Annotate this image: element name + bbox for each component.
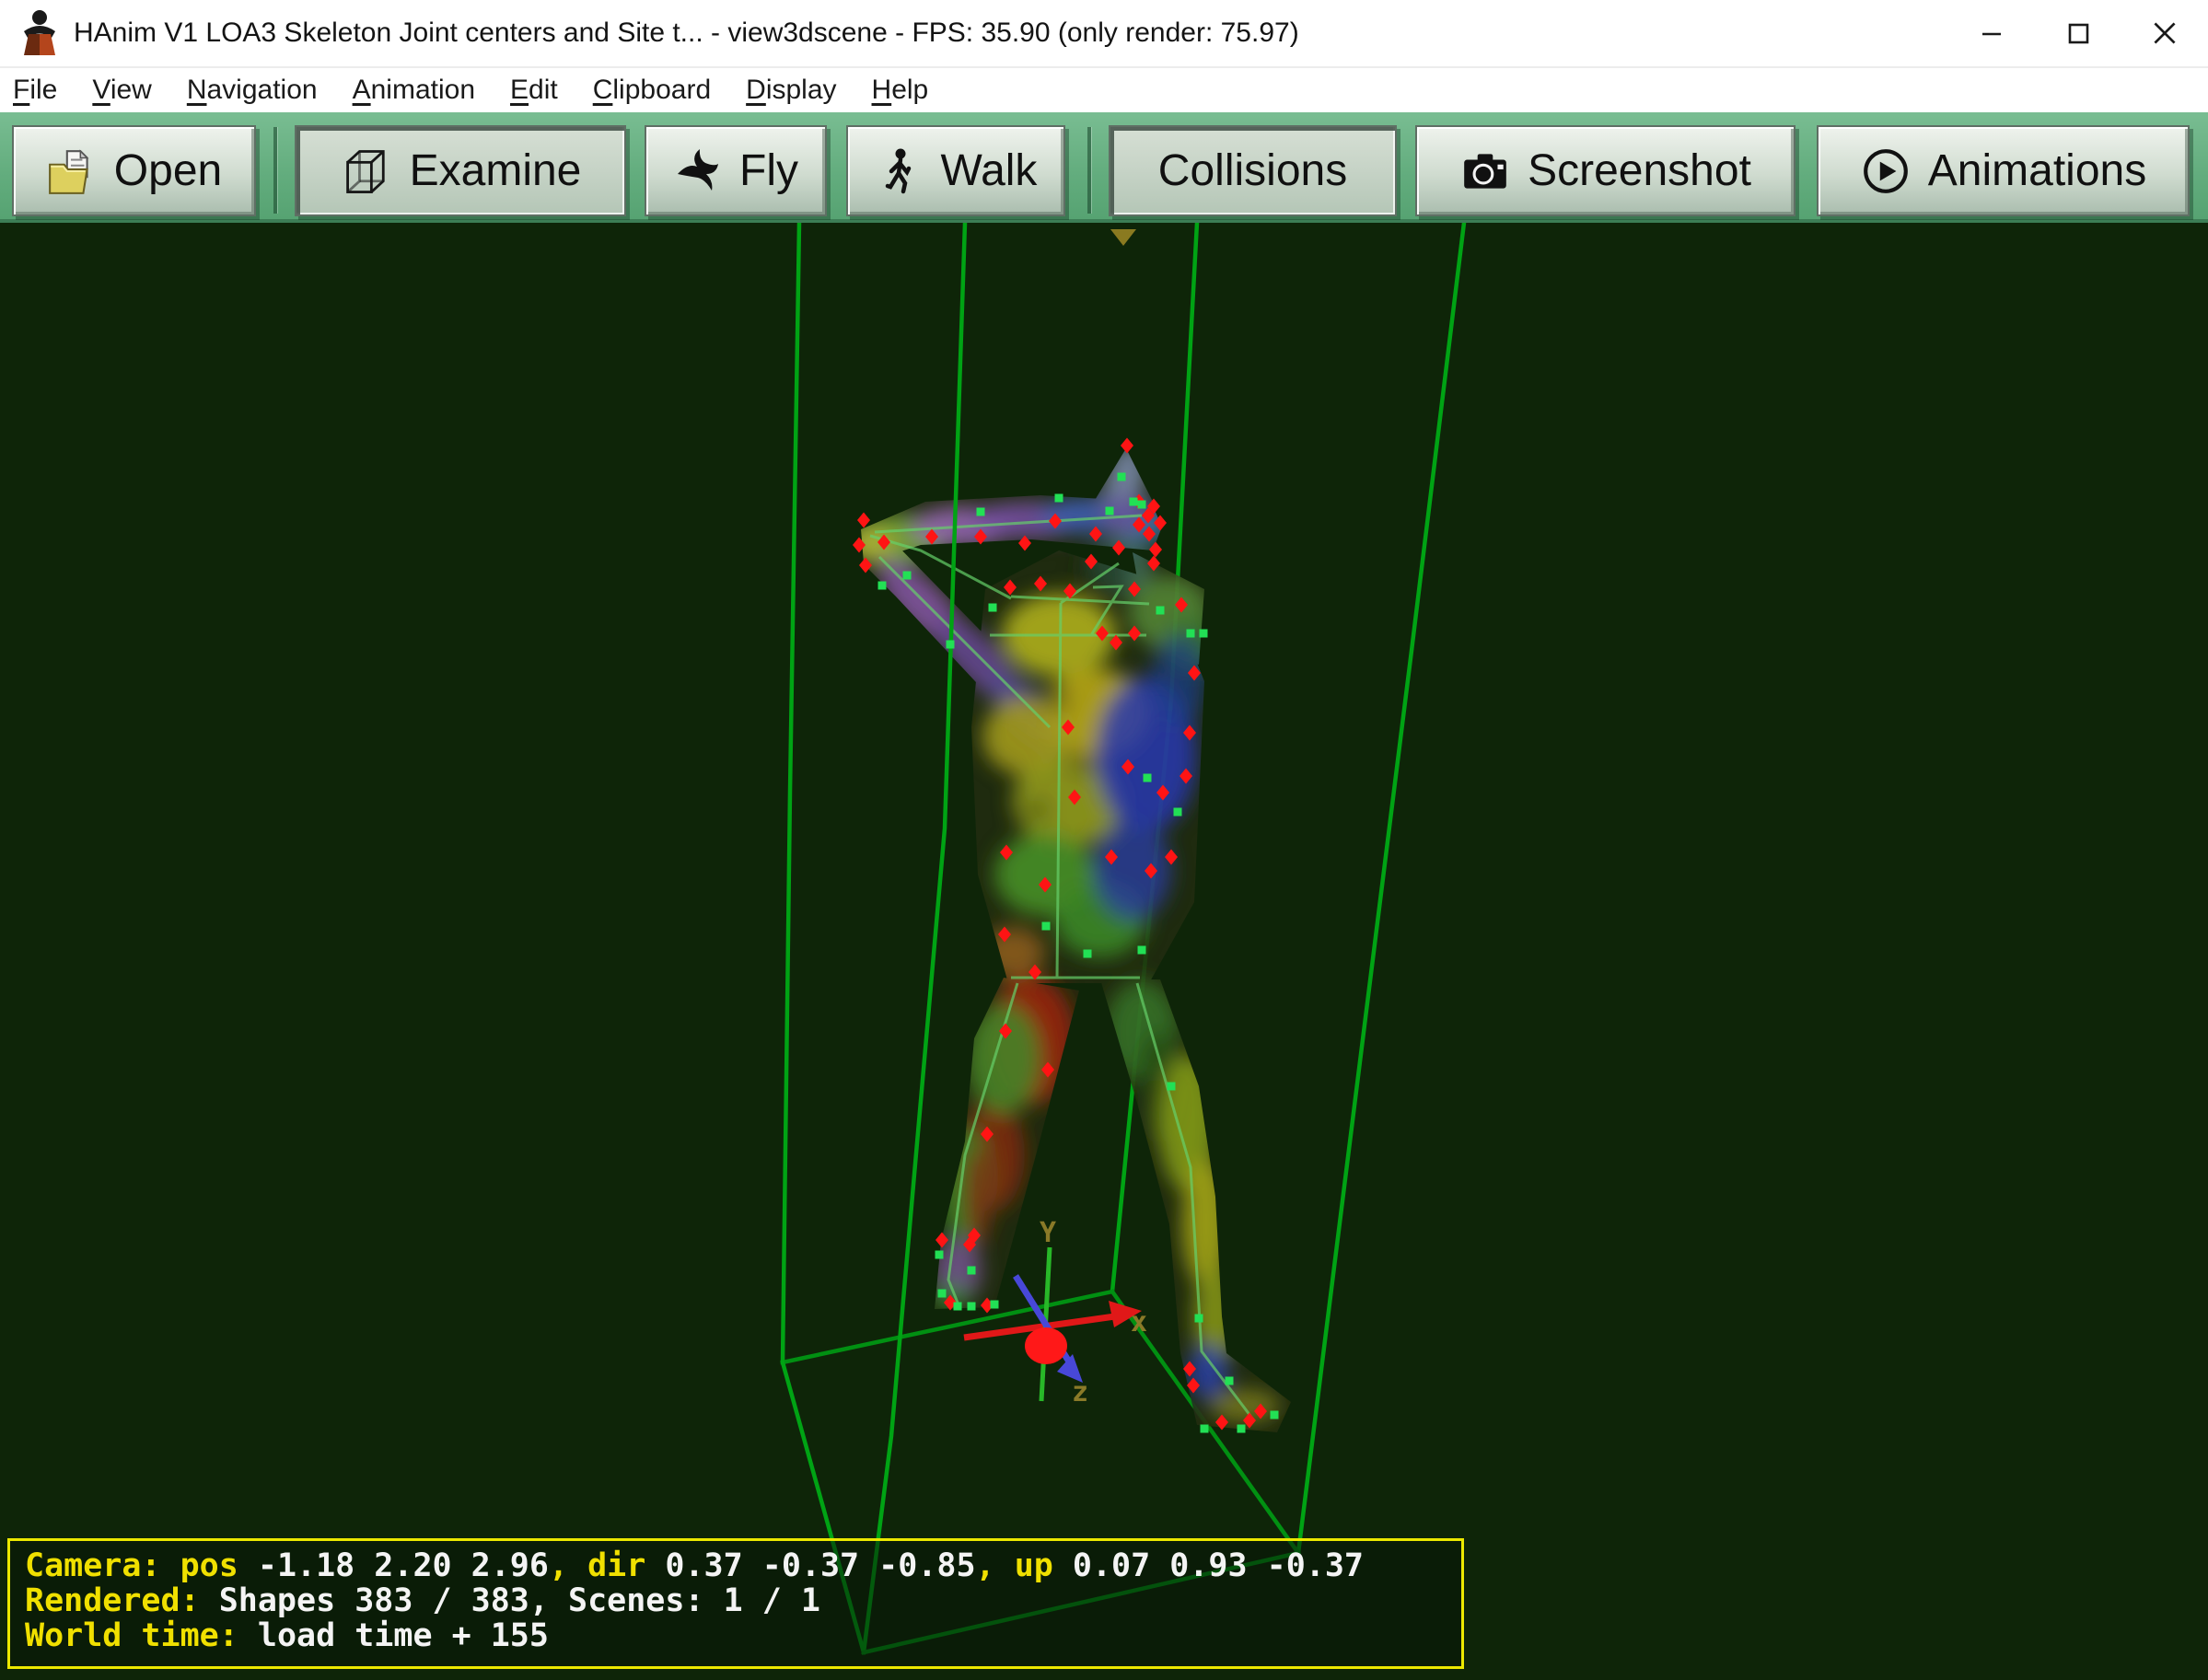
walk-button-label: Walk — [941, 145, 1038, 196]
animations-button-label: Animations — [1928, 145, 2146, 196]
x-axis-label: x — [1131, 1306, 1147, 1338]
play-circle-icon — [1860, 145, 1912, 197]
menu-animation[interactable]: Animation — [353, 75, 475, 106]
minimize-icon — [1975, 17, 2008, 50]
maximize-icon — [2062, 17, 2095, 50]
window-title: HAnim V1 LOA3 Skeleton Joint centers and… — [74, 17, 1299, 49]
examine-button-label: Examine — [410, 145, 582, 196]
menu-file[interactable]: File — [13, 75, 57, 106]
walk-button[interactable]: Walk — [846, 125, 1065, 216]
screenshot-button-label: Screenshot — [1528, 145, 1751, 196]
app-icon — [18, 9, 61, 57]
minimize-button[interactable] — [1948, 0, 2035, 66]
screenshot-button[interactable]: Screenshot — [1415, 125, 1795, 216]
toolbar-separator — [1087, 127, 1091, 214]
open-file-icon — [46, 145, 98, 197]
view3dscene-window: { "window": { "title": "HAnim V1 LOA3 Sk… — [0, 0, 2208, 1680]
menu-navigation[interactable]: Navigation — [187, 75, 318, 106]
open-button[interactable]: Open — [12, 125, 256, 216]
camera-status-line: Camera: pos -1.18 2.20 2.96, dir 0.37 -0… — [25, 1548, 1447, 1583]
examine-button[interactable]: Examine — [295, 125, 626, 216]
collisions-button-label: Collisions — [1158, 145, 1347, 196]
scene-3d-viewport[interactable]: Y x z — [0, 223, 2208, 1680]
toolbar-separator — [273, 127, 277, 214]
maximize-button[interactable] — [2035, 0, 2121, 66]
status-overlay: Camera: pos -1.18 2.20 2.96, dir 0.37 -0… — [7, 1538, 1464, 1669]
toolbar: Open Examine Fly — [0, 112, 2208, 223]
y-axis-label: Y — [1040, 1217, 1056, 1249]
camera-icon — [1459, 145, 1511, 197]
collisions-button[interactable]: Collisions — [1109, 125, 1397, 216]
animations-button[interactable]: Animations — [1817, 125, 2190, 216]
fly-bird-icon — [673, 146, 723, 196]
close-button[interactable] — [2121, 0, 2208, 66]
menu-view[interactable]: View — [92, 75, 151, 106]
menu-display[interactable]: Display — [746, 75, 836, 106]
open-button-label: Open — [114, 145, 222, 196]
z-axis-label: z — [1072, 1376, 1088, 1408]
menu-bar: File View Navigation Animation Edit Clip… — [0, 66, 2208, 112]
title-bar: HAnim V1 LOA3 Skeleton Joint centers and… — [0, 0, 2208, 66]
close-icon — [2147, 16, 2182, 51]
examine-cube-icon — [340, 145, 393, 198]
walk-person-icon — [875, 146, 924, 196]
fly-button[interactable]: Fly — [645, 125, 827, 216]
window-controls — [1948, 0, 2208, 66]
axis-origin-marker — [1025, 1327, 1067, 1364]
menu-help[interactable]: Help — [872, 75, 929, 106]
world-time-status-line: World time: load time + 155 — [25, 1618, 1447, 1653]
fly-button-label: Fly — [739, 145, 798, 196]
rendered-status-line: Rendered: Shapes 383 / 383, Scenes: 1 / … — [25, 1583, 1447, 1618]
menu-edit[interactable]: Edit — [510, 75, 558, 106]
menu-clipboard[interactable]: Clipboard — [593, 75, 711, 106]
